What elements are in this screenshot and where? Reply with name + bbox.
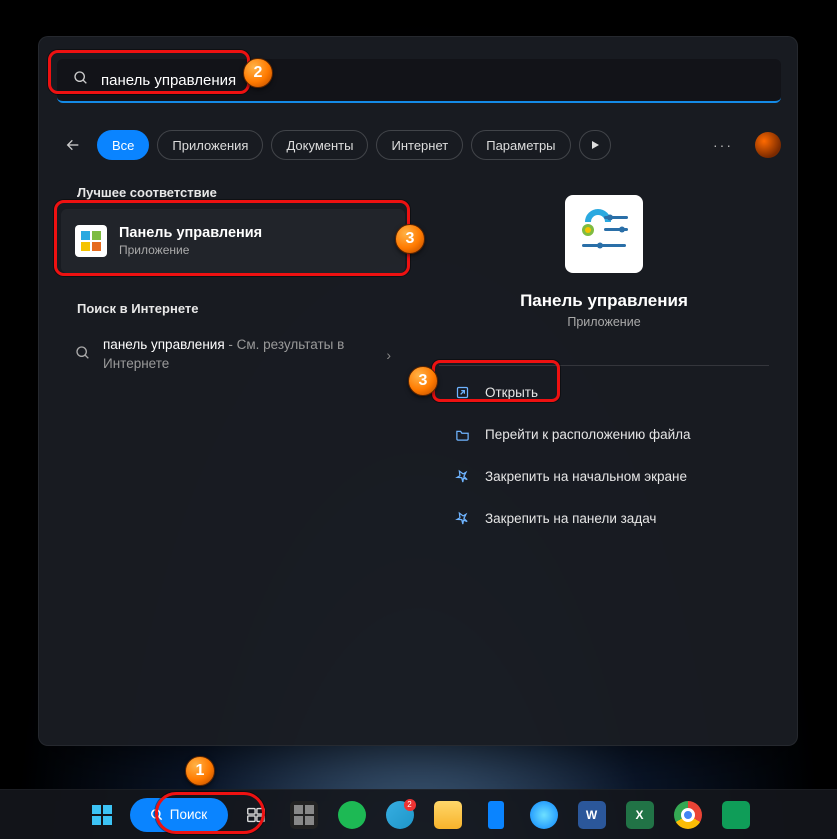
annotation-badge-3b: 3 — [408, 366, 438, 396]
control-panel-icon — [75, 225, 107, 257]
chevron-right-icon: › — [386, 347, 391, 363]
taskbar-app-sheets[interactable] — [716, 795, 756, 835]
taskbar-app-excel[interactable]: X — [620, 795, 660, 835]
open-icon — [453, 385, 471, 400]
taskbar-search-label: Поиск — [170, 807, 207, 822]
filter-web[interactable]: Интернет — [376, 130, 463, 160]
detail-subtitle: Приложение — [567, 315, 640, 329]
action-pin-start-label: Закрепить на начальном экране — [485, 469, 687, 484]
taskbar-app-spotify[interactable] — [332, 795, 372, 835]
section-web-label: Поиск в Интернете — [77, 301, 198, 316]
search-icon — [73, 70, 89, 91]
search-icon — [75, 345, 91, 366]
taskbar-app-explorer[interactable] — [428, 795, 468, 835]
best-match-result[interactable]: Панель управления Приложение — [61, 209, 405, 273]
back-button[interactable] — [57, 129, 89, 161]
section-best-match-label: Лучшее соответствие — [77, 185, 217, 200]
folder-icon — [453, 427, 471, 442]
best-match-subtitle: Приложение — [119, 243, 262, 257]
web-search-result[interactable]: панель управления - См. результаты в Инт… — [61, 327, 405, 383]
taskbar-app-chrome[interactable] — [668, 795, 708, 835]
search-bar[interactable] — [57, 59, 781, 103]
pin-icon — [453, 469, 471, 484]
annotation-badge-3: 3 — [395, 224, 425, 254]
action-open-location[interactable]: Перейти к расположению файла — [435, 414, 773, 454]
action-open-location-label: Перейти к расположению файла — [485, 427, 691, 442]
action-pin-taskbar[interactable]: Закрепить на панели задач — [435, 498, 773, 538]
filter-more-arrow[interactable] — [579, 130, 611, 160]
search-input[interactable] — [101, 72, 765, 89]
pin-icon — [453, 511, 471, 526]
taskbar-app-telegram[interactable]: 2 — [380, 795, 420, 835]
detail-pane: Панель управления Приложение Открыть Пер… — [427, 185, 781, 540]
more-button[interactable]: ··· — [707, 137, 739, 153]
detail-title: Панель управления — [520, 291, 688, 311]
filter-all[interactable]: Все — [97, 130, 149, 160]
annotation-badge-2: 2 — [243, 58, 273, 88]
filter-settings[interactable]: Параметры — [471, 130, 570, 160]
web-result-query: панель управления — [103, 337, 225, 352]
start-button[interactable] — [82, 795, 122, 835]
action-pin-start[interactable]: Закрепить на начальном экране — [435, 456, 773, 496]
taskbar-app-phone[interactable] — [476, 795, 516, 835]
user-avatar[interactable] — [755, 132, 781, 158]
control-panel-icon — [565, 195, 643, 273]
filter-apps[interactable]: Приложения — [157, 130, 263, 160]
action-open[interactable]: Открыть — [435, 372, 773, 412]
separator — [439, 365, 769, 366]
taskbar-search-button[interactable]: Поиск — [130, 798, 228, 832]
taskbar: Поиск 2 W X — [0, 789, 837, 839]
task-view-button[interactable] — [236, 795, 276, 835]
annotation-badge-1: 1 — [185, 756, 215, 786]
filter-docs[interactable]: Документы — [271, 130, 368, 160]
action-pin-taskbar-label: Закрепить на панели задач — [485, 511, 656, 526]
best-match-title: Панель управления — [119, 225, 262, 241]
taskbar-app-calculator[interactable] — [284, 795, 324, 835]
taskbar-app-browser[interactable] — [524, 795, 564, 835]
action-open-label: Открыть — [485, 385, 538, 400]
filter-row: Все Приложения Документы Интернет Параме… — [57, 127, 781, 163]
taskbar-app-word[interactable]: W — [572, 795, 612, 835]
